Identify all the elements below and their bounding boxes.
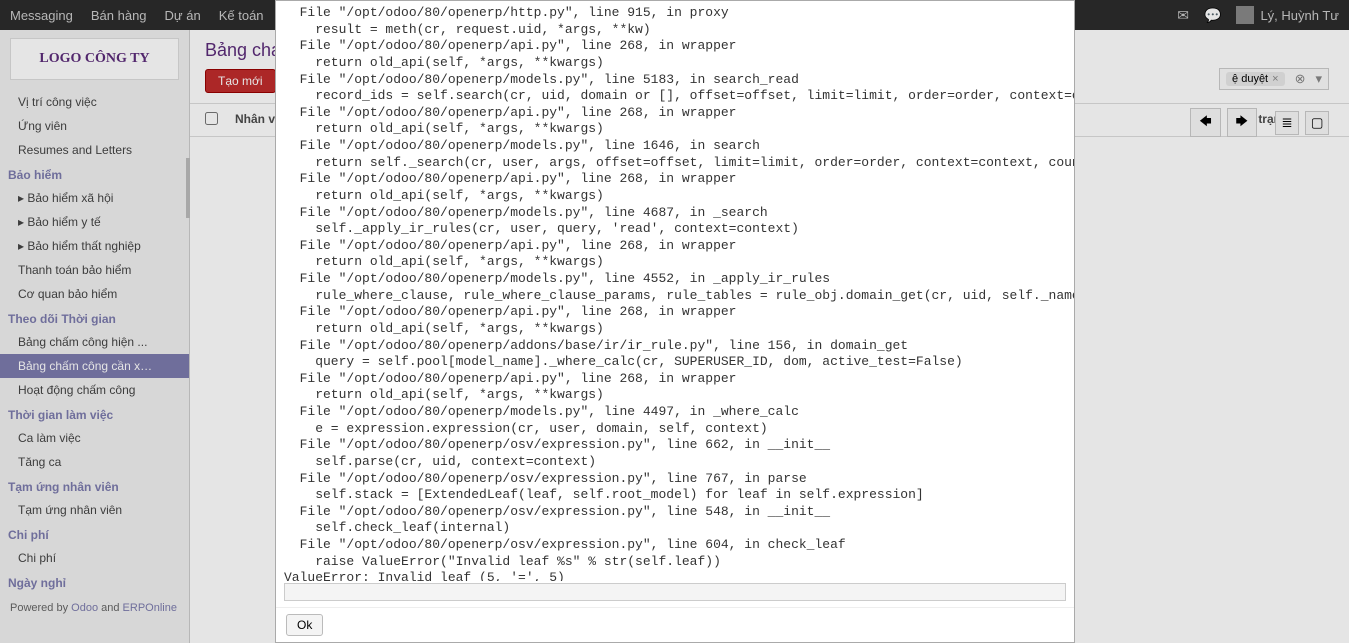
- sidebar-item-overtime[interactable]: Tăng ca: [0, 450, 189, 474]
- sidebar-item-job[interactable]: Vị trí công việc: [0, 90, 189, 114]
- view-list-button[interactable]: ≣: [1275, 111, 1299, 135]
- sidebar-section-advance[interactable]: Tạm ứng nhân viên: [0, 474, 189, 498]
- ok-button[interactable]: Ok: [286, 614, 323, 636]
- pager: 🡄 🡆 ≣ ▢: [1190, 108, 1329, 137]
- search-chevron-icon[interactable]: ▾: [1315, 71, 1322, 87]
- sidebar-section-worktime[interactable]: Thời gian làm việc: [0, 402, 189, 426]
- filter-remove-icon[interactable]: ×: [1272, 73, 1278, 85]
- sidebar-item-bhxh[interactable]: ▸ Bảo hiểm xã hội: [0, 186, 189, 210]
- sidebar-item-ts-activity[interactable]: Hoạt động chấm công: [0, 378, 189, 402]
- error-dialog: File "/opt/odoo/80/openerp/http.py", lin…: [275, 0, 1075, 643]
- sidebar-item-bhyt[interactable]: ▸ Bảo hiểm y tế: [0, 210, 189, 234]
- filter-tag: ệ duyệt ×: [1226, 72, 1285, 86]
- pager-prev-button[interactable]: 🡄: [1190, 108, 1220, 137]
- sidebar-item-payment[interactable]: Thanh toán bảo hiểm: [0, 258, 189, 282]
- sidebar-item-ts-approve[interactable]: Bảng chấm công cần x…: [0, 354, 189, 378]
- footer-odoo[interactable]: Odoo: [71, 602, 98, 614]
- sidebar-item-label: Bảo hiểm xã hội: [27, 191, 113, 205]
- sidebar-section-insurance[interactable]: Bảo hiểm: [0, 162, 189, 186]
- sidebar-section-leave[interactable]: Ngày nghỉ: [0, 570, 189, 594]
- sidebar: LOGO CÔNG TY Vị trí công việc Ứng viên R…: [0, 30, 190, 643]
- footer: Powered by Odoo and ERPOnline: [0, 594, 189, 622]
- user-menu[interactable]: Lý, Huỳnh Tư: [1236, 6, 1339, 24]
- nav-project[interactable]: Dự án: [165, 8, 201, 23]
- sidebar-section-expense[interactable]: Chi phí: [0, 522, 189, 546]
- view-form-button[interactable]: ▢: [1305, 111, 1329, 135]
- top-right: ✉ 💬 Lý, Huỳnh Tư: [1177, 6, 1339, 24]
- sidebar-item-resumes[interactable]: Resumes and Letters: [0, 138, 189, 162]
- select-all-checkbox[interactable]: [205, 112, 218, 125]
- company-logo: LOGO CÔNG TY: [10, 38, 179, 80]
- footer-text: and: [98, 602, 122, 614]
- pager-next-button[interactable]: 🡆: [1227, 108, 1257, 137]
- nav-sales[interactable]: Bán hàng: [91, 8, 147, 23]
- sidebar-item-ts-current[interactable]: Bảng chấm công hiện ...: [0, 330, 189, 354]
- nav-messaging[interactable]: Messaging: [10, 8, 73, 23]
- filter-tag-label: ệ duyệt: [1232, 73, 1268, 85]
- footer-erponline[interactable]: ERPOnline: [123, 602, 177, 614]
- sidebar-item-bhtn[interactable]: ▸ Bảo hiểm thất nghiệp: [0, 234, 189, 258]
- sidebar-section-timetrack[interactable]: Theo dõi Thời gian: [0, 306, 189, 330]
- top-nav: Messaging Bán hàng Dự án Kế toán: [10, 8, 264, 23]
- sidebar-item-advance[interactable]: Tạm ứng nhân viên: [0, 498, 189, 522]
- sidebar-item-agency[interactable]: Cơ quan bảo hiểm: [0, 282, 189, 306]
- avatar: [1236, 6, 1254, 24]
- sidebar-item-shift[interactable]: Ca làm việc: [0, 426, 189, 450]
- sidebar-item-label: Bảo hiểm y tế: [27, 215, 100, 229]
- sidebar-item-expense[interactable]: Chi phí: [0, 546, 189, 570]
- mail-icon[interactable]: ✉: [1177, 7, 1189, 24]
- traceback-hscroll[interactable]: [284, 583, 1066, 601]
- user-name: Lý, Huỳnh Tư: [1260, 8, 1339, 23]
- footer-text: Powered by: [10, 602, 71, 614]
- nav-accounting[interactable]: Kế toán: [219, 8, 264, 23]
- search-filter[interactable]: ệ duyệt × ⊗ ▾: [1219, 68, 1329, 90]
- create-button[interactable]: Tạo mới: [205, 69, 276, 93]
- chat-icon[interactable]: 💬: [1204, 7, 1221, 24]
- sidebar-item-candidate[interactable]: Ứng viên: [0, 114, 189, 138]
- clear-search-icon[interactable]: ⊗: [1291, 71, 1310, 87]
- sidebar-item-label: Bảo hiểm thất nghiệp: [27, 239, 140, 253]
- traceback-text[interactable]: File "/opt/odoo/80/openerp/http.py", lin…: [276, 1, 1074, 581]
